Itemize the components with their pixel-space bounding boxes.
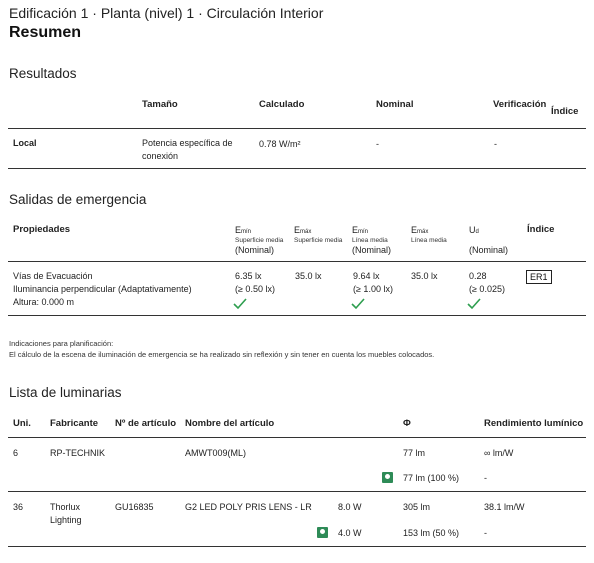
row-size: Potencia específica de conexión: [142, 138, 233, 161]
lum-row-1-rendimiento-emergencia: -: [484, 473, 487, 483]
breadcrumb: Edificación 1 · Planta (nivel) 1 · Circu…: [9, 5, 324, 21]
col-uni: Uni.: [13, 418, 31, 429]
col-emin-linea: Emín Línea media (Nominal): [352, 225, 392, 255]
lum-row-2-flujo: 305 lm: [403, 502, 431, 512]
col-calculado: Calculado: [259, 99, 305, 110]
row-calculado: 0.78 W/m²: [259, 139, 301, 149]
planning-note-title: Indicaciones para planificación:: [9, 339, 114, 348]
col-verificacion: Verificación: [493, 99, 547, 110]
divider: [8, 168, 586, 169]
ud-value: 0.28 (≥ 0.025): [469, 271, 505, 294]
divider: [8, 546, 586, 547]
emax-linea-value: 35.0 lx: [411, 271, 438, 281]
col-nombre-articulo: Nombre del artículo: [185, 418, 275, 429]
col-ud: Ud (Nominal): [469, 225, 509, 255]
col-indice-salidas: Índice: [527, 224, 555, 235]
emax-superficie-value: 35.0 lx: [295, 271, 322, 281]
page-title: Resumen: [9, 24, 82, 41]
emergency-lamp-icon: [317, 527, 328, 538]
divider: [8, 128, 586, 129]
col-fabricante: Fabricante: [50, 418, 99, 429]
lum-row-2-rendimiento-emergencia: -: [484, 528, 487, 538]
divider: [8, 261, 586, 262]
planning-note-text: El cálculo de la escena de iluminación d…: [9, 350, 435, 359]
lum-row-2-fabricante: Thorlux Lighting: [50, 502, 82, 525]
lum-row-2-potencia: 8.0 W: [338, 502, 362, 512]
col-indice: Índice: [551, 106, 579, 117]
divider: [8, 491, 586, 492]
lum-row-1-flujo-emergencia: 77 lm (100 %): [403, 473, 460, 483]
lum-row-2-flujo-emergencia: 153 lm (50 %): [403, 528, 460, 538]
col-emin-superficie: Emín Superficie media (Nominal): [235, 225, 284, 255]
index-badge: ER1: [526, 270, 552, 284]
resultados-heading: Resultados: [9, 66, 77, 81]
luminarias-heading: Lista de luminarias: [9, 385, 122, 400]
col-nominal: Nominal: [376, 99, 414, 110]
col-rendimiento: Rendimiento lumínico: [484, 418, 584, 429]
lum-row-2-articulo: GU16835: [115, 502, 154, 512]
row-nominal: -: [376, 139, 379, 149]
lum-row-1-nombre: AMWT009(ML): [185, 448, 247, 458]
emin-linea-value: 9.64 lx (≥ 1.00 lx): [353, 271, 393, 294]
check-icon: [351, 298, 365, 310]
col-flujo: Φ: [403, 418, 411, 429]
lum-row-2-nombre: G2 LED POLY PRIS LENS - LR: [185, 502, 312, 512]
col-numero-articulo: Nº de artículo: [115, 418, 177, 429]
col-propiedades: Propiedades: [13, 224, 71, 235]
lum-row-1-rendimiento: ∞ lm/W: [484, 448, 514, 458]
lum-row-2-uni: 36: [13, 502, 24, 512]
emin-superficie-value: 6.35 lx (≥ 0.50 lx): [235, 271, 275, 294]
divider: [8, 315, 586, 316]
col-emax-linea: Emáx Línea media: [411, 225, 447, 244]
col-emax-superficie: Emáx Superficie media: [294, 225, 343, 244]
lum-row-1-fabricante: RP-TECHNIK: [50, 448, 106, 458]
row-label: Local: [13, 138, 37, 148]
lum-row-1-flujo: 77 lm: [403, 448, 426, 458]
lum-row-2-potencia-emergencia: 4.0 W: [338, 528, 362, 538]
emergency-lamp-icon: [382, 472, 393, 483]
check-icon: [233, 298, 247, 310]
col-tamano: Tamaño: [142, 99, 178, 110]
divider: [8, 437, 586, 438]
lum-row-2-rendimiento: 38.1 lm/W: [484, 502, 525, 512]
row-verificacion: -: [494, 139, 497, 149]
salidas-heading: Salidas de emergencia: [9, 192, 147, 207]
check-icon: [467, 298, 481, 310]
lum-row-1-uni: 6: [13, 448, 19, 458]
row-vias-evacuacion: Vías de Evacuación Iluminancia perpendic…: [13, 271, 192, 307]
